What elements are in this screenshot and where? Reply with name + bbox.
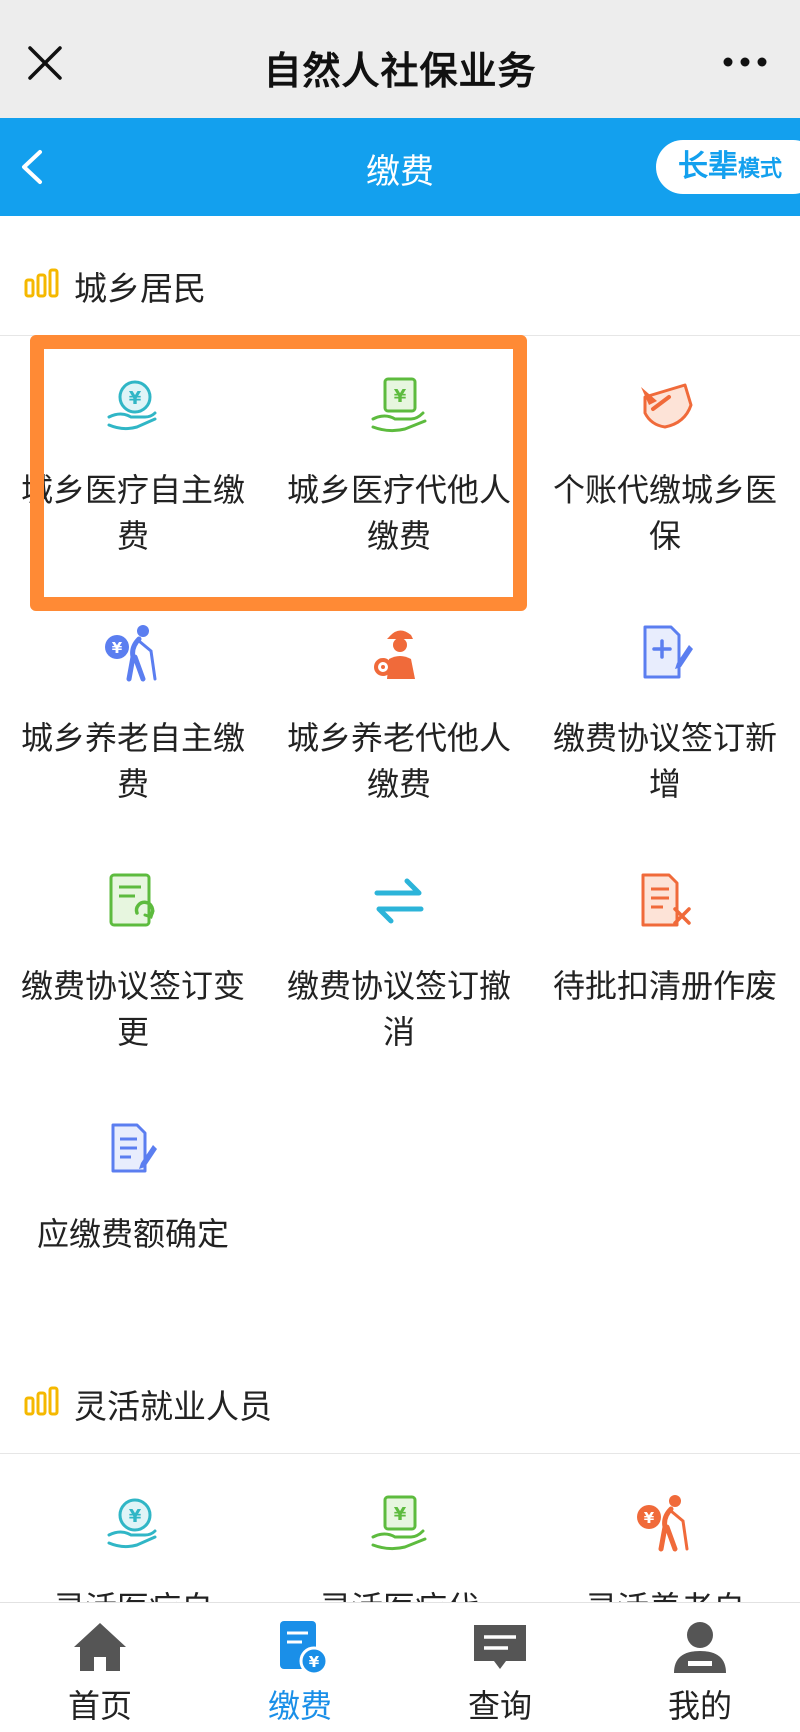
svg-text:¥: ¥ <box>394 386 407 407</box>
arrows-exchange-icon <box>374 878 424 924</box>
page-header: 缴费 长辈模式 <box>0 118 800 216</box>
elder-yuan-icon: ¥ <box>105 625 157 682</box>
service-item-label: 缴费协议签订撤消 <box>286 967 511 1051</box>
svg-text:¥: ¥ <box>129 388 142 409</box>
service-item[interactable]: ¥ 灵活养老自 <box>532 1455 798 1605</box>
service-item[interactable]: 缴费协议签订新增 <box>532 585 798 833</box>
svg-text:¥: ¥ <box>129 1506 142 1527</box>
elder-yuan-icon: ¥ <box>637 1495 689 1552</box>
hand-yuan-bill-icon: ¥ <box>371 1495 427 1551</box>
home-icon <box>74 1623 126 1671</box>
document-refresh-icon <box>109 873 155 927</box>
bar-chart-icon <box>24 268 59 298</box>
service-item[interactable]: ¥ 城乡医疗代他人缴费 <box>266 337 532 585</box>
section-title: 城乡居民 <box>74 269 206 308</box>
service-item-label: 城乡医疗代他人缴费 <box>286 471 511 555</box>
pay-card-icon <box>641 383 693 429</box>
worker-gear-icon <box>374 630 415 679</box>
document-edit-icon <box>111 1123 157 1173</box>
hand-yuan-coin-icon: ¥ <box>107 380 157 431</box>
service-item[interactable]: 个账代缴城乡医保 <box>532 337 798 585</box>
service-item[interactable]: ¥ 灵活医疗自 <box>0 1455 266 1605</box>
service-item-label: 缴费协议签订变更 <box>20 967 245 1051</box>
service-item[interactable]: 缴费协议签订撤消 <box>266 833 532 1081</box>
tab-label: 查询 <box>467 1687 532 1725</box>
hand-yuan-coin-icon: ¥ <box>107 1498 157 1549</box>
service-item-label: 待批扣清册作废 <box>552 967 777 1005</box>
svg-text:¥: ¥ <box>112 639 123 657</box>
window-title: 自然人社保业务 <box>263 49 537 93</box>
elder-mode-button[interactable]: 长辈模式 <box>656 140 800 194</box>
section-header-urban-rural: 城乡居民 <box>0 226 800 336</box>
bottom-tab-bar: 首页 ¥ 缴费 查询 我的 <box>0 1602 800 1732</box>
service-item[interactable]: 城乡养老代他人缴费 <box>266 585 532 833</box>
tab-label: 我的 <box>667 1687 732 1725</box>
svg-text:¥: ¥ <box>394 1504 407 1525</box>
document-cancel-icon <box>641 873 691 927</box>
elder-mode-label-big: 长辈 <box>678 149 738 184</box>
user-icon <box>674 1622 726 1673</box>
bill-yuan-icon: ¥ <box>280 1621 329 1676</box>
service-grid-flexible-employment: ¥ 灵活医疗自 ¥ 灵活医疗代 ¥ 灵活养老自 <box>0 1455 800 1605</box>
service-item-label: 城乡养老自主缴费 <box>20 719 245 803</box>
tab-mine[interactable]: 我的 <box>600 1603 800 1732</box>
svg-text:¥: ¥ <box>644 1509 655 1527</box>
service-item[interactable]: 待批扣清册作废 <box>532 833 798 1081</box>
service-item[interactable]: ¥ 城乡医疗自主缴费 <box>0 337 266 585</box>
service-item-label: 城乡养老代他人缴费 <box>286 719 511 803</box>
service-item[interactable]: ¥ 城乡养老自主缴费 <box>0 585 266 833</box>
service-item-label: 缴费协议签订新增 <box>552 719 777 803</box>
service-item-label: 个账代缴城乡医保 <box>552 471 777 555</box>
document-add-icon <box>643 625 693 679</box>
tab-label: 首页 <box>67 1687 132 1725</box>
svg-text:¥: ¥ <box>309 1653 320 1671</box>
more-icon[interactable] <box>720 50 770 74</box>
tab-home[interactable]: 首页 <box>0 1603 200 1732</box>
bar-chart-icon <box>24 1386 59 1416</box>
hand-yuan-bill-icon: ¥ <box>371 377 427 433</box>
service-item[interactable]: 应缴费额确定 <box>0 1081 266 1329</box>
tab-payment[interactable]: ¥ 缴费 <box>200 1603 400 1732</box>
message-icon <box>474 1625 526 1669</box>
service-item[interactable]: ¥ 灵活医疗代 <box>266 1455 532 1605</box>
service-item[interactable]: 缴费协议签订变更 <box>0 833 266 1081</box>
window-title-bar: 自然人社保业务 <box>0 0 800 118</box>
service-item-label: 应缴费额确定 <box>36 1215 229 1253</box>
section-header-flexible-employment: 灵活就业人员 <box>0 1344 800 1454</box>
tab-label: 缴费 <box>267 1687 332 1725</box>
tab-query[interactable]: 查询 <box>400 1603 600 1732</box>
service-item-label: 城乡医疗自主缴费 <box>20 471 245 555</box>
section-title: 灵活就业人员 <box>74 1387 272 1426</box>
elder-mode-label-small: 模式 <box>738 157 783 182</box>
